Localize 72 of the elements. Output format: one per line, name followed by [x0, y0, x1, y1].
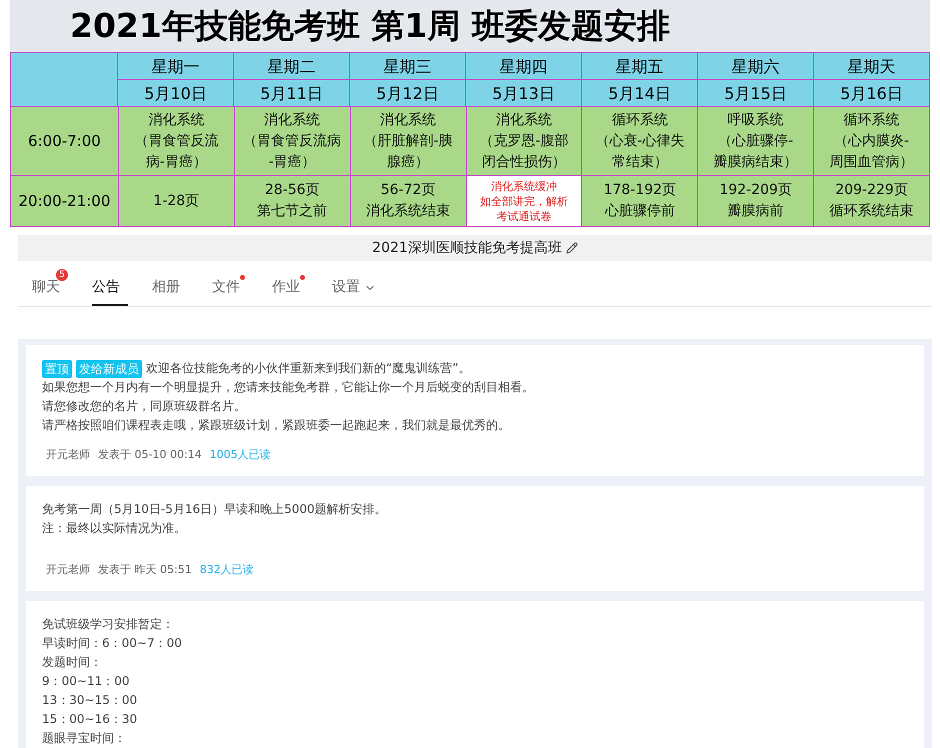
weekday-cell: 星期六: [698, 53, 814, 80]
announcement-text: 注：最终以实际情况为准。: [42, 520, 186, 536]
announcement-text: 免试班级学习安排暂定：: [42, 616, 174, 632]
tab[interactable]: 文件: [212, 269, 248, 306]
cell-text: 腺癌）: [387, 152, 430, 172]
cell-text: 瓣膜病结束）: [714, 152, 798, 172]
cell-text: 考试通试卷: [496, 208, 552, 224]
cell-text: 第七节之前: [257, 202, 328, 221]
cell-text: 周围血管病）: [830, 152, 914, 172]
cell-text: 循环系统结束: [830, 202, 914, 221]
weekday-cell: 星期二: [234, 53, 350, 80]
announcement-text: 题眼寻宝时间：: [42, 730, 126, 746]
weekday-cell: 星期一: [118, 53, 234, 80]
cell-text: （胃食管反流病: [243, 132, 342, 150]
announcement-text: 13：30~15：00: [42, 692, 138, 708]
cell-text: 178-192页: [604, 181, 676, 200]
announcement-text: 发题时间：: [42, 654, 102, 670]
tab[interactable]: 公告: [92, 269, 128, 306]
cell-text: 闭合性损伤）: [482, 152, 566, 172]
time-cell: 20:00-21:00: [11, 176, 119, 227]
edit-icon[interactable]: [566, 242, 578, 254]
cell-text: （克罗恩-腹部: [479, 132, 568, 150]
cell-text: 消化系统: [496, 110, 552, 130]
cell-text: （心脏骤停-: [718, 132, 794, 150]
cell-text: （肝脏解剖-胰: [364, 132, 453, 150]
cell-text: 呼吸系统: [728, 110, 784, 130]
cell-text: （心衰-心律失: [595, 132, 684, 150]
cell-text: 209-229页: [835, 181, 908, 200]
author-name: 开元老师: [46, 447, 90, 463]
cell-text: 常结束）: [612, 152, 668, 172]
tab[interactable]: 设置: [332, 269, 384, 306]
cell-text: 心脏骤停前: [604, 202, 675, 221]
cell-text: 瓣膜病前: [728, 202, 784, 221]
cell-text: 消化系统结束: [366, 202, 450, 221]
post-time: 发表于 05-10 00:14: [98, 447, 202, 463]
weekday-cell: 星期天: [814, 53, 930, 80]
cell-text: 消化系统: [264, 110, 320, 130]
cell-text: 28-56页: [264, 181, 320, 200]
post-time: 发表于 昨天 05:51: [98, 562, 192, 578]
cell-text: 循环系统: [612, 110, 668, 130]
tab[interactable]: 相册: [152, 269, 188, 306]
cell-text: （心内膜炎-: [834, 132, 910, 150]
cell-text: 192-209页: [719, 181, 792, 200]
tag-label: 置顶: [42, 360, 72, 378]
cell-text: 循环系统: [844, 110, 900, 130]
group-title: 2021深圳医顺技能免考提高班: [372, 238, 562, 258]
cell-text: （胃食管反流: [134, 132, 218, 150]
cell-text: 消化系统: [148, 110, 204, 130]
announcement-text: 免考第一周（5月10日-5月16日）早读和晚上5000题解析安排。: [42, 500, 387, 518]
announcement-text: 请严格按照咱们课程表走哦，紧跟班级计划，紧跟班委一起跑起来，我们就是最优秀的。: [42, 417, 510, 434]
cell-text: 如全部讲完，解析: [480, 194, 568, 208]
cell-text: 消化系统: [380, 110, 436, 130]
cell-text: 消化系统缓冲: [490, 178, 557, 194]
cell-text: 56-72页: [380, 181, 436, 200]
announcement-text: 早读时间：6：00~7：00: [42, 634, 182, 652]
cell-text: 1-28页: [153, 192, 200, 210]
tab[interactable]: 聊天 5: [32, 269, 68, 306]
weekday-cell: 星期五: [582, 53, 698, 80]
weekday-cell: 星期三: [350, 53, 466, 80]
weekday-cell: 星期四: [466, 53, 582, 80]
author-name: 开元老师: [46, 562, 90, 578]
announcement-text: 欢迎各位技能免考的小伙伴重新来到我们新的“魔鬼训练营”。: [146, 360, 470, 377]
announcement-text: 如果您想一个月内有一个明显提升，您请来技能免考群，它能让你一个月后蜕变的刮目相看。: [42, 379, 534, 396]
announcement-text: 15：00~16：30: [42, 710, 138, 728]
announcement-text: 9：00~11：00: [42, 672, 130, 690]
cell-text: 病-胃癌）: [146, 152, 207, 172]
unread-count-badge: 5: [56, 269, 68, 281]
schedule-title: 2021年技能免考班 第1周 班委发题安排: [69, 5, 671, 48]
tag-label: 发给新成员: [76, 360, 142, 378]
tab[interactable]: 作业: [272, 269, 308, 306]
cell-text: -胃癌）: [268, 152, 316, 172]
announcement-text: 请您修改您的名片，同原班级群名片。: [42, 398, 246, 415]
